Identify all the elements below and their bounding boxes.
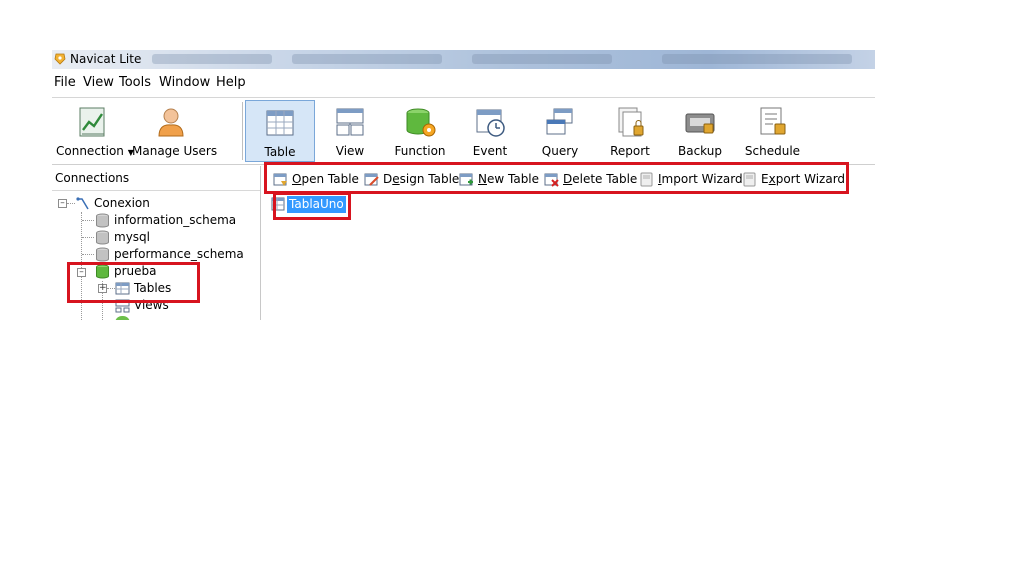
database-icon xyxy=(96,230,109,245)
database-open-icon xyxy=(96,264,109,279)
new-table-icon xyxy=(459,173,473,186)
navicat-logo-icon xyxy=(54,53,66,65)
tree-item-label: performance_schema xyxy=(114,247,244,261)
blurred-tab xyxy=(662,54,852,64)
report-toolbar-button[interactable]: Report xyxy=(595,100,665,162)
blurred-tab xyxy=(292,54,442,64)
view-label: View xyxy=(335,144,365,158)
connections-header: Connections xyxy=(52,166,260,191)
schedule-icon xyxy=(760,107,785,135)
report-icon xyxy=(618,107,644,137)
menu-help[interactable]: Help xyxy=(216,75,246,90)
connection-chart-icon xyxy=(79,107,105,137)
views-folder-icon xyxy=(115,299,130,313)
query-label: Query xyxy=(541,144,579,158)
view-toolbar-button[interactable]: View xyxy=(315,100,385,162)
expand-icon[interactable]: + xyxy=(98,284,107,293)
function-label: Function xyxy=(394,144,446,158)
open-table-icon xyxy=(273,173,287,186)
table-name: TablaUno xyxy=(287,196,346,213)
blurred-tab xyxy=(152,54,272,64)
backup-label: Backup xyxy=(678,144,722,158)
report-label: Report xyxy=(610,144,650,158)
toolbar-separator xyxy=(242,102,243,160)
function-icon xyxy=(406,108,436,137)
collapse-icon[interactable]: – xyxy=(77,268,86,277)
menu-file[interactable]: File xyxy=(54,75,76,90)
window-title: Navicat Lite xyxy=(70,52,142,66)
schedule-toolbar-button[interactable]: Schedule xyxy=(735,100,810,162)
manage-users-button[interactable]: Manage Users xyxy=(132,100,218,162)
tables-folder-icon xyxy=(115,282,130,295)
export-wizard-icon xyxy=(743,172,756,187)
tree-item-label: mysql xyxy=(114,230,150,244)
backup-icon xyxy=(685,113,715,134)
connections-panel: Connections – Conexion information_schem… xyxy=(52,166,261,320)
database-icon xyxy=(96,213,109,228)
manage-users-label: Manage Users xyxy=(132,144,218,158)
table-icon xyxy=(271,197,285,211)
schedule-label: Schedule xyxy=(744,144,801,158)
query-toolbar-button[interactable]: Query xyxy=(525,100,595,162)
connection-label: Connection xyxy=(56,144,124,158)
blurred-tab xyxy=(472,54,612,64)
object-toolbar: Open Table Design Table New Table Delete… xyxy=(261,166,875,192)
tree-item-label: Conexion xyxy=(94,196,150,210)
table-label: Table xyxy=(264,145,296,159)
menu-window[interactable]: Window xyxy=(159,75,210,90)
menu-bar: File View Tools Window Help xyxy=(52,69,875,98)
tree-item-label: prueba xyxy=(114,264,157,278)
view-icon xyxy=(336,108,364,136)
tree-item-label: Views xyxy=(134,298,169,312)
user-icon xyxy=(158,108,184,137)
query-icon xyxy=(546,108,573,135)
functions-folder-icon xyxy=(115,316,130,320)
tree-item-label: Tables xyxy=(134,281,172,295)
backup-toolbar-button[interactable]: Backup xyxy=(665,100,735,162)
event-toolbar-button[interactable]: Event xyxy=(455,100,525,162)
event-label: Event xyxy=(472,144,508,158)
collapse-icon[interactable]: – xyxy=(58,199,67,208)
connection-button[interactable]: Connection ▼ xyxy=(56,100,134,162)
design-table-icon xyxy=(364,173,379,186)
menu-view[interactable]: View xyxy=(83,75,114,90)
database-icon xyxy=(96,247,109,262)
connection-icon xyxy=(76,197,89,210)
function-toolbar-button[interactable]: Function xyxy=(385,100,455,162)
title-bar: Navicat Lite xyxy=(52,50,875,69)
table-toolbar-button[interactable]: Table xyxy=(245,100,315,162)
table-icon xyxy=(266,110,294,136)
navicat-window: Navicat Lite File View Tools Window Help… xyxy=(52,50,875,320)
main-toolbar: Connection ▼ Manage Users Table View Fun… xyxy=(52,98,875,165)
import-wizard-icon xyxy=(640,172,653,187)
object-panel: Open Table Design Table New Table Delete… xyxy=(261,166,875,320)
menu-tools[interactable]: Tools xyxy=(119,75,151,90)
tree-item-label: information_schema xyxy=(114,213,237,227)
delete-table-icon xyxy=(544,173,559,187)
event-icon xyxy=(476,109,505,137)
